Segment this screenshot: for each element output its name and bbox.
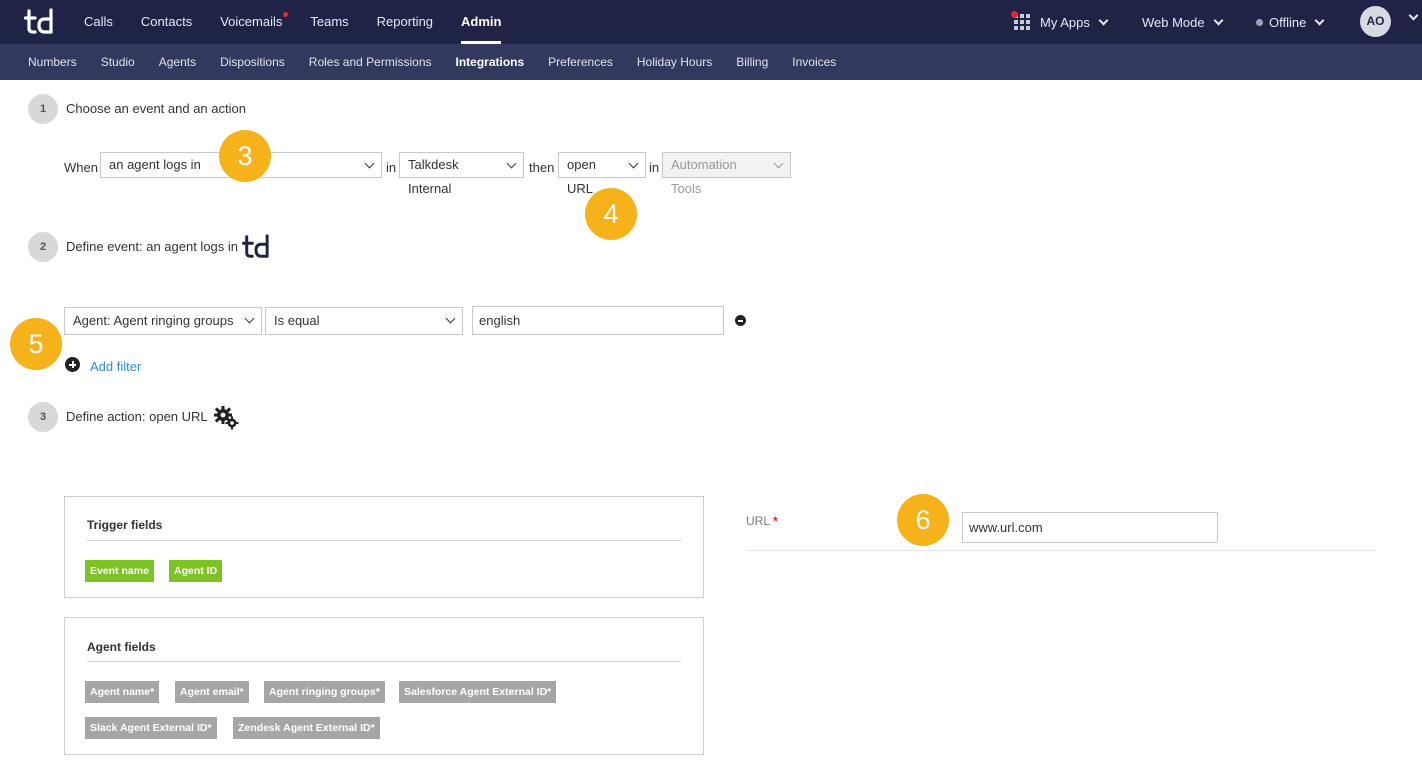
in-label: in [649, 160, 660, 175]
avatar[interactable]: AO [1360, 6, 1391, 37]
subnav-integrations[interactable]: Integrations [444, 44, 537, 80]
subnav-preferences[interactable]: Preferences [536, 44, 625, 80]
divider [87, 540, 681, 541]
remove-filter-icon[interactable] [735, 315, 746, 326]
event-source-select[interactable]: Talkdesk Internal [399, 152, 524, 196]
apps-grid-icon [1011, 11, 1030, 30]
callout-badge: 4 [585, 188, 637, 240]
action-target-select[interactable]: Automation Tools [662, 152, 791, 196]
web-mode-menu[interactable]: Web Mode [1142, 0, 1224, 44]
step-title: Define event: an agent logs in [66, 239, 239, 254]
subnav-dispositions[interactable]: Dispositions [208, 44, 297, 80]
filter-operator-select[interactable]: Is equal [265, 307, 463, 335]
subnav-numbers[interactable]: Numbers [16, 44, 89, 80]
field-tag[interactable]: Slack Agent External ID* [85, 717, 217, 739]
nav-calls[interactable]: Calls [70, 0, 127, 44]
field-tag[interactable]: Event name [85, 560, 154, 582]
in-label: in [386, 160, 397, 175]
when-label: When [64, 160, 98, 175]
add-filter-icon[interactable] [65, 357, 80, 372]
notification-dot [283, 12, 289, 17]
panel-title: Agent fields [87, 640, 156, 654]
divider [87, 661, 681, 662]
field-tag[interactable]: Zendesk Agent External ID* [233, 717, 380, 739]
callout-badge: 5 [10, 318, 62, 370]
step-number: 2 [28, 232, 58, 262]
step-title: Define action: open URL [66, 409, 208, 424]
nav-voicemails[interactable]: Voicemails [206, 0, 296, 44]
step-number: 1 [28, 94, 58, 124]
divider [746, 550, 1376, 551]
url-field-label: URL * [746, 514, 778, 528]
chevron-down-icon[interactable] [1408, 10, 1419, 21]
chevron-down-icon [1314, 15, 1325, 25]
nav-reporting[interactable]: Reporting [363, 0, 447, 44]
required-marker: * [773, 514, 778, 528]
filter-field-select[interactable]: Agent: Agent ringing groups [64, 307, 262, 335]
web-mode-label: Web Mode [1142, 14, 1205, 30]
agent-fields-panel: Agent fields Agent name* Agent email* Ag… [64, 617, 704, 755]
gears-icon [214, 406, 239, 430]
notification-dot [1011, 11, 1018, 18]
talkdesk-logo-icon [242, 234, 269, 258]
field-tag[interactable]: Agent email* [175, 681, 249, 703]
then-label: then [529, 160, 555, 175]
top-navigation-bar: Calls Contacts Voicemails Teams Reportin… [0, 0, 1422, 44]
nav-admin[interactable]: Admin [447, 0, 515, 44]
my-apps-label: My Apps [1040, 14, 1090, 30]
callout-badge: 6 [897, 494, 949, 546]
status-dot-icon [1256, 18, 1263, 26]
field-tag[interactable]: Salesforce Agent External ID* [399, 681, 557, 703]
nav-teams[interactable]: Teams [296, 0, 362, 44]
trigger-fields-panel: Trigger fields Event name Agent ID [64, 496, 704, 598]
step-title: Choose an event and an action [66, 101, 246, 116]
subnav-agents[interactable]: Agents [147, 44, 208, 80]
talkdesk-logo[interactable] [24, 8, 54, 36]
action-select[interactable]: open URL [558, 152, 646, 196]
my-apps-menu[interactable]: My Apps [1011, 0, 1109, 44]
subnav-invoices[interactable]: Invoices [780, 44, 848, 80]
chevron-down-icon [1098, 15, 1109, 25]
main-nav: Calls Contacts Voicemails Teams Reportin… [70, 0, 515, 44]
field-tag[interactable]: Agent name* [85, 681, 160, 703]
chevron-down-icon [1213, 15, 1224, 25]
panel-title: Trigger fields [87, 518, 163, 532]
url-input[interactable]: www.url.com [962, 512, 1218, 543]
add-filter-link[interactable]: Add filter [90, 359, 141, 374]
status-menu[interactable]: Offline [1256, 0, 1325, 44]
step-number: 3 [28, 402, 58, 432]
admin-sub-navigation: Numbers Studio Agents Dispositions Roles… [0, 44, 1422, 80]
field-tag[interactable]: Agent ID [169, 560, 223, 582]
filter-value-input[interactable]: english [472, 306, 724, 335]
subnav-billing[interactable]: Billing [724, 44, 780, 80]
subnav-roles-and-permissions[interactable]: Roles and Permissions [297, 44, 444, 80]
field-tag[interactable]: Agent ringing groups* [264, 681, 385, 703]
status-label: Offline [1269, 14, 1307, 30]
subnav-holiday-hours[interactable]: Holiday Hours [625, 44, 724, 80]
nav-contacts[interactable]: Contacts [127, 0, 206, 44]
subnav-studio[interactable]: Studio [89, 44, 147, 80]
callout-badge: 3 [219, 130, 271, 182]
